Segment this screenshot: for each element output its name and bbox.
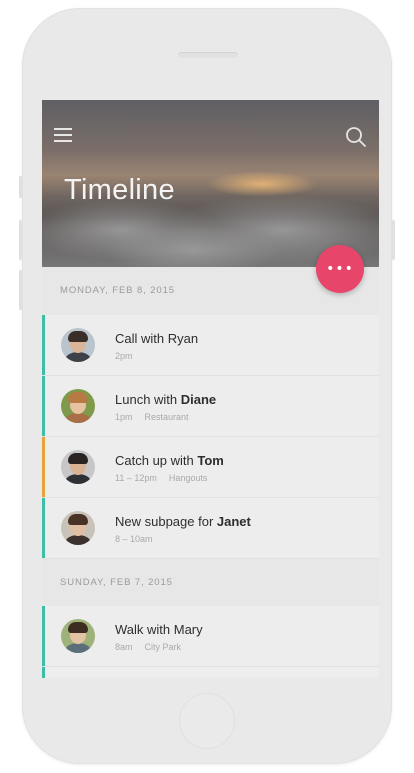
search-icon[interactable] (345, 126, 367, 148)
event-row-ryan[interactable]: Call with Ryan 2pm (42, 315, 379, 376)
event-details: 1pm Restaurant (115, 412, 189, 422)
event-time: 8am (115, 642, 133, 652)
menu-icon[interactable] (54, 128, 72, 142)
earpiece-speaker (178, 52, 238, 58)
event-title: Walk with Mary (115, 622, 203, 637)
event-title: Catch up with Tom (115, 453, 224, 468)
event-location: Hangouts (168, 473, 208, 483)
event-details: 11 – 12pm Hangouts (115, 473, 207, 483)
event-accent-bar (42, 667, 45, 678)
event-accent-bar (42, 376, 45, 436)
event-accent-bar (42, 498, 45, 558)
event-details: 8 – 10am (115, 534, 153, 544)
event-time: 8 – 10am (115, 534, 153, 544)
event-row-partial[interactable] (42, 667, 379, 678)
home-button[interactable] (179, 693, 235, 749)
date-section-header: SUNDAY, FEB 7, 2015 (42, 559, 379, 607)
event-accent-bar (42, 315, 45, 375)
mute-switch (19, 176, 22, 198)
event-details: 8am City Park (115, 642, 181, 652)
event-row-janet[interactable]: New subpage for Janet 8 – 10am (42, 498, 379, 559)
avatar (61, 328, 95, 362)
event-accent-bar (42, 606, 45, 666)
volume-down-button (19, 270, 22, 310)
more-icon: ••• (326, 261, 354, 277)
event-title: Call with Ryan (115, 331, 199, 346)
page-title: Timeline (64, 174, 175, 206)
event-location: City Park (144, 642, 182, 652)
event-row-tom[interactable]: Catch up with Tom 11 – 12pm Hangouts (42, 437, 379, 498)
event-time: 2pm (115, 351, 133, 361)
timeline-header: Timeline (42, 100, 379, 275)
event-time: 1pm (115, 412, 133, 422)
app-screen: Timeline MONDAY, FEB 8, 2015 Call with R… (42, 100, 379, 678)
event-title: New subpage for Janet (115, 514, 251, 529)
event-time: 11 – 12pm (115, 473, 157, 483)
avatar (61, 389, 95, 423)
power-button (392, 220, 395, 260)
avatar (61, 450, 95, 484)
event-row-diane[interactable]: Lunch with Diane 1pm Restaurant (42, 376, 379, 437)
avatar (61, 619, 95, 653)
volume-up-button (19, 220, 22, 260)
event-row-mary[interactable]: Walk with Mary 8am City Park (42, 606, 379, 667)
more-actions-button[interactable]: ••• (316, 245, 364, 293)
event-details: 2pm (115, 351, 133, 361)
event-accent-bar (42, 437, 45, 497)
event-location: Restaurant (144, 412, 189, 422)
avatar (61, 511, 95, 545)
event-title: Lunch with Diane (115, 392, 217, 407)
